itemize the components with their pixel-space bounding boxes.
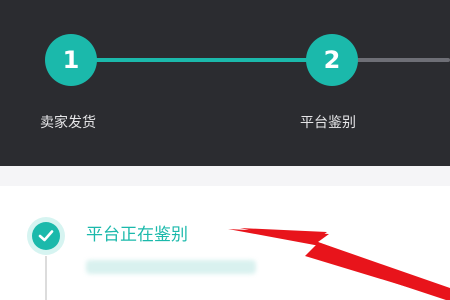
step-2-label: 平台鉴别 <box>300 115 356 131</box>
status-timeline: 平台正在鉴别 <box>0 186 450 300</box>
progress-line-pending <box>356 58 450 62</box>
order-progress-screen: 1 2 卖家发货 平台鉴别 平台正在鉴别 <box>0 0 450 300</box>
step-1-circle: 1 <box>45 34 97 86</box>
check-icon <box>32 222 60 250</box>
step-1-label: 卖家发货 <box>40 115 96 131</box>
timeline-connector <box>45 256 47 300</box>
status-detail-blurred <box>86 260 256 274</box>
progress-header: 1 2 卖家发货 平台鉴别 <box>0 0 450 166</box>
status-title: 平台正在鉴别 <box>86 225 188 245</box>
section-separator <box>0 166 450 186</box>
progress-line-completed <box>88 58 314 62</box>
step-2-circle: 2 <box>306 34 358 86</box>
